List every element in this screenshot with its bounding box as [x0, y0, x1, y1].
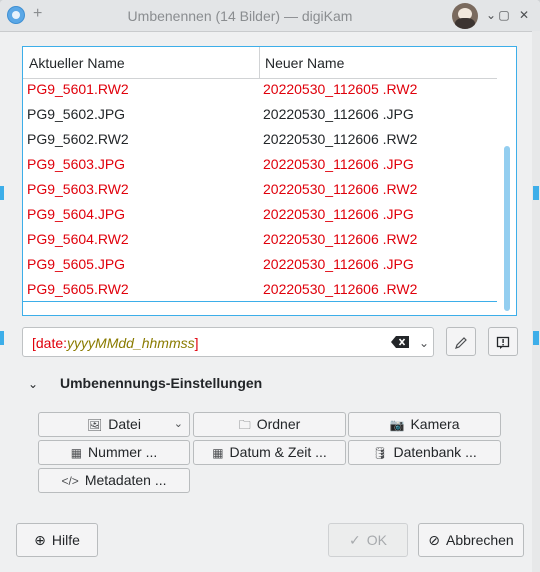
code-icon: </> — [61, 474, 79, 488]
current-name-cell: PG9_5603.RW2 — [27, 181, 129, 197]
folder-icon: 🗀 — [238, 418, 251, 432]
cancel-label: Abbrechen — [446, 532, 514, 548]
datei-label: Datei — [108, 416, 141, 432]
new-name-cell: 20220530_112606 .JPG — [263, 256, 414, 272]
table-row[interactable]: PG9_5601.RW2 20220530_112605 .RW2 — [23, 78, 497, 103]
checkmark-icon: ✓ — [349, 532, 361, 548]
new-name-cell: 20220530_112606 .JPG — [263, 156, 414, 172]
rename-pattern-input[interactable]: [date:yyyyMMdd_hhmmss] ⌄ — [22, 327, 434, 357]
cancel-button[interactable]: ⊘ Abbrechen — [418, 523, 524, 557]
chevron-down-icon[interactable]: ⌄ — [28, 377, 38, 391]
table-row[interactable]: PG9_5603.RW2 20220530_112606 .RW2 — [23, 178, 497, 203]
background-window-edge — [533, 186, 539, 200]
edit-pattern-button[interactable] — [446, 327, 476, 356]
new-name-cell: 20220530_112606 .RW2 — [263, 231, 418, 247]
datenbank-label: Datenbank ... — [393, 444, 477, 460]
kamera-button[interactable]: 📷 Kamera — [348, 412, 501, 437]
ok-button[interactable]: ✓ OK — [328, 523, 408, 557]
table-row[interactable]: PG9_5602.JPG 20220530_112606 .JPG — [23, 103, 497, 128]
table-row[interactable]: PG9_5602.RW2 20220530_112606 .RW2 — [23, 128, 497, 153]
background-window-edge — [0, 331, 4, 345]
table-row[interactable]: PG9_5604.RW2 20220530_112606 .RW2 — [23, 228, 497, 253]
calendar-icon: ▦ — [212, 446, 224, 460]
scrollbar-thumb[interactable] — [504, 146, 510, 311]
background-window-edge — [532, 31, 540, 572]
table-header: Aktueller Name Neuer Name — [23, 47, 497, 79]
info-icon — [496, 336, 510, 349]
pattern-info-button[interactable] — [488, 327, 518, 356]
rename-dialog: + Umbenennen (14 Bilder) — digiKam ⌄ ▢ ✕… — [0, 0, 540, 572]
current-name-cell: PG9_5602.RW2 — [27, 131, 129, 147]
current-name-cell: PG9_5605.JPG — [27, 256, 126, 272]
help-icon: ⊕ — [34, 532, 46, 548]
current-name-cell: PG9_5603.JPG — [27, 156, 126, 172]
help-button[interactable]: ⊕ Hilfe — [16, 523, 98, 557]
database-icon: 🛢 — [372, 446, 388, 460]
close-icon[interactable]: ✕ — [516, 7, 532, 23]
ordner-label: Ordner — [256, 416, 301, 432]
current-name-cell: PG9_5605.RW2 — [27, 281, 129, 297]
column-header-new-name[interactable]: Neuer Name — [265, 55, 344, 71]
current-name-cell: PG9_5604.RW2 — [27, 231, 129, 247]
kamera-label: Kamera — [410, 416, 460, 432]
new-name-cell: 20220530_112606 .RW2 — [263, 131, 418, 147]
clear-text-icon[interactable] — [391, 336, 409, 348]
current-name-cell: PG9_5604.JPG — [27, 206, 126, 222]
table-row[interactable]: PG9_5605.JPG 20220530_112606 .JPG — [23, 253, 497, 278]
nummer-label: Nummer ... — [88, 444, 158, 460]
pattern-text: [date:yyyyMMdd_hhmmss] — [32, 335, 199, 351]
chevron-down-icon[interactable]: ⌄ — [419, 336, 429, 350]
metadaten-label: Metadaten ... — [84, 472, 167, 488]
column-header-current-name[interactable]: Aktueller Name — [29, 55, 125, 71]
new-name-cell: 20220530_112606 .RW2 — [263, 181, 418, 197]
ok-label: OK — [366, 532, 387, 548]
table-row[interactable]: PG9_5603.JPG 20220530_112606 .JPG — [23, 153, 497, 178]
new-name-cell: 20220530_112606 .JPG — [263, 206, 414, 222]
rename-table[interactable]: Aktueller Name Neuer Name PG9_5601.RW2 20… — [22, 46, 517, 316]
table-separator — [23, 301, 497, 302]
cancel-icon: ⊘ — [428, 532, 440, 548]
metadaten-button[interactable]: </> Metadaten ... — [38, 468, 190, 493]
title-bar[interactable]: + Umbenennen (14 Bilder) — digiKam ⌄ ▢ ✕ — [0, 0, 540, 32]
section-title[interactable]: Umbenennungs-Einstellungen — [60, 375, 262, 391]
current-name-cell: PG9_5601.RW2 — [27, 81, 129, 97]
column-divider — [259, 47, 260, 78]
background-window-edge — [0, 186, 4, 200]
image-icon: 🖼 — [87, 418, 103, 432]
table-row[interactable]: PG9_5605.RW2 20220530_112606 .RW2 — [23, 278, 497, 303]
datum-label: Datum & Zeit ... — [229, 444, 327, 460]
current-name-cell: PG9_5602.JPG — [27, 106, 126, 122]
camera-icon: 📷 — [389, 418, 405, 432]
background-window-edge — [533, 331, 539, 345]
pencil-icon — [455, 336, 467, 349]
table-rows: PG9_5601.RW2 20220530_112605 .RW2 PG9_5602… — [23, 78, 497, 303]
maximize-icon[interactable]: ▢ — [496, 7, 512, 23]
help-label: Hilfe — [51, 532, 80, 548]
chevron-down-icon[interactable]: ⌄ — [174, 413, 183, 436]
user-avatar-icon — [452, 3, 478, 29]
table-row[interactable]: PG9_5604.JPG 20220530_112606 .JPG — [23, 203, 497, 228]
ordner-button[interactable]: 🗀 Ordner — [193, 412, 346, 437]
counter-icon: ▦ — [70, 446, 83, 460]
new-name-cell: 20220530_112606 .RW2 — [263, 281, 418, 297]
datum-zeit-button[interactable]: ▦ Datum & Zeit ... — [193, 440, 346, 465]
new-name-cell: 20220530_112605 .RW2 — [263, 81, 418, 97]
datei-button[interactable]: 🖼 Datei ⌄ — [38, 412, 190, 437]
new-name-cell: 20220530_112606 .JPG — [263, 106, 414, 122]
nummer-button[interactable]: ▦ Nummer ... — [38, 440, 190, 465]
datenbank-button[interactable]: 🛢 Datenbank ... — [348, 440, 501, 465]
window-title: Umbenennen (14 Bilder) — digiKam — [127, 8, 353, 24]
